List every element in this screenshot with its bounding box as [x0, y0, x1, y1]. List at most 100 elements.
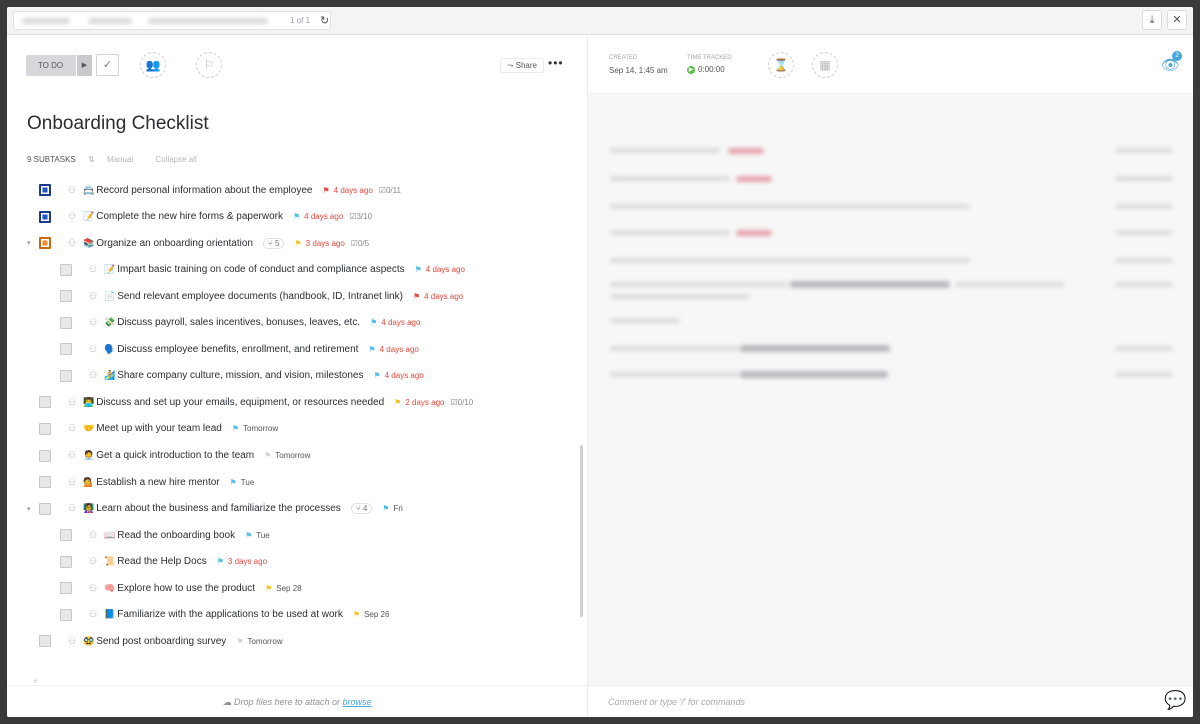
assignee-icon[interactable]: ⚇: [65, 503, 79, 514]
assignee-icon[interactable]: ⚇: [86, 583, 100, 594]
nested-subtask-count[interactable]: ⑂ 5: [263, 237, 285, 249]
status-checkbox[interactable]: [60, 529, 72, 542]
assignee-icon[interactable]: ⚇: [65, 477, 79, 488]
due-date[interactable]: 4 days ago: [424, 292, 463, 301]
subtask-name[interactable]: Complete the new hire forms & paperwork: [96, 211, 283, 222]
status-checkbox[interactable]: [39, 396, 51, 409]
subtask-name[interactable]: Familiarize with the applications to be …: [117, 609, 343, 620]
calendar-icon[interactable]: ▦: [812, 52, 838, 78]
attach-drop-zone[interactable]: ☁ Drop files here to attach or browse: [7, 685, 587, 717]
status-checkbox[interactable]: [39, 635, 51, 648]
priority-flag-icon[interactable]: ⚑: [394, 398, 401, 407]
subtask-row[interactable]: ⚇ 📄 Send relevant employee documents (hand…: [60, 285, 463, 307]
add-assignee-icon[interactable]: 👥: [140, 52, 166, 78]
priority-flag-icon[interactable]: ⚑: [293, 212, 300, 221]
due-date[interactable]: Sep 26: [364, 610, 389, 619]
status-checkbox[interactable]: [60, 290, 72, 303]
checklist-progress[interactable]: ☑0/11: [379, 186, 401, 195]
priority-flag-icon[interactable]: ⚑: [264, 451, 271, 460]
hourglass-icon[interactable]: ⌛: [768, 52, 794, 78]
subtask-name[interactable]: Record personal information about the em…: [96, 185, 312, 196]
scrollbar[interactable]: [580, 445, 583, 617]
assignee-icon[interactable]: ⚇: [65, 397, 79, 408]
priority-flag-icon[interactable]: ⚑: [265, 584, 272, 593]
subtask-row[interactable]: ▾ ⚇ 👩‍🏫 Learn about the business and famili…: [27, 498, 403, 520]
subtask-name[interactable]: Send relevant employee documents (handbo…: [117, 291, 403, 302]
subtask-row[interactable]: ⚇ 📜 Read the Help Docs ⚑ 3 days ago: [60, 551, 267, 573]
assignee-icon[interactable]: ⚇: [86, 370, 100, 381]
subtask-row[interactable]: ⚇ 📝 Impart basic training on code of condu…: [60, 259, 465, 281]
priority-flag-icon[interactable]: ⚑: [230, 478, 237, 487]
subtask-row[interactable]: ⚇ 👨‍💻 Discuss and set up your emails, equi…: [39, 391, 473, 413]
due-date[interactable]: Fri: [393, 504, 402, 513]
comment-bar[interactable]: Comment or type '/' for commands 💬: [588, 685, 1193, 717]
status-checkbox[interactable]: [39, 237, 51, 250]
assignee-icon[interactable]: ⚇: [86, 317, 100, 328]
priority-flag-icon[interactable]: ⚑: [413, 292, 420, 301]
subtask-row[interactable]: ⚇ 📇 Record personal information about the …: [39, 179, 401, 201]
subtask-row[interactable]: ⚇ 💁 Establish a new hire mentor ⚑ Tue: [39, 471, 254, 493]
subtask-row[interactable]: ⚇ 🤝 Meet up with your team lead ⚑ Tomorrow: [39, 418, 278, 440]
subtask-name[interactable]: Send post onboarding survey: [96, 636, 226, 647]
due-date[interactable]: Tue: [256, 531, 270, 540]
status-checkbox[interactable]: [60, 582, 72, 595]
status-checkbox[interactable]: [60, 343, 72, 356]
subtask-name[interactable]: Meet up with your team lead: [96, 423, 222, 434]
checklist-progress[interactable]: ☑0/10: [450, 398, 473, 407]
download-icon[interactable]: ⤓: [1142, 10, 1162, 30]
checklist-progress[interactable]: ☑0/5: [351, 239, 369, 248]
checklist-progress[interactable]: ☑3/10: [349, 212, 372, 221]
collapse-all-button[interactable]: Collapse all: [155, 155, 196, 164]
assignee-icon[interactable]: ⚇: [86, 291, 100, 302]
subtask-name[interactable]: Share company culture, mission, and visi…: [117, 370, 363, 381]
assignee-icon[interactable]: ⚇: [86, 264, 100, 275]
priority-flag-icon[interactable]: ⚐: [196, 52, 222, 78]
subtask-name[interactable]: Establish a new hire mentor: [96, 477, 219, 488]
status-checkbox[interactable]: [39, 449, 51, 462]
time-tracked-value[interactable]: ▶ 0:00:00: [687, 65, 725, 74]
assignee-icon[interactable]: ⚇: [65, 450, 79, 461]
priority-flag-icon[interactable]: ⚑: [382, 504, 389, 513]
subtask-name[interactable]: Explore how to use the product: [117, 583, 255, 594]
assignee-icon[interactable]: ⚇: [86, 556, 100, 567]
status-checkbox[interactable]: [39, 184, 51, 196]
sort-manual[interactable]: ⇅ Manual: [88, 155, 143, 164]
status-checkbox[interactable]: [60, 555, 72, 568]
subtask-row[interactable]: ⚇ 🏄 Share company culture, mission, and vi…: [60, 365, 424, 387]
due-date[interactable]: 4 days ago: [385, 371, 424, 380]
assignee-icon[interactable]: ⚇: [65, 185, 79, 196]
priority-flag-icon[interactable]: ⚑: [232, 424, 239, 433]
subtask-name[interactable]: Read the onboarding book: [117, 530, 235, 541]
subtask-row[interactable]: ⚇ 📖 Read the onboarding book ⚑ Tue: [60, 524, 270, 546]
due-date[interactable]: Sep 28: [276, 584, 301, 593]
subtask-name[interactable]: Discuss employee benefits, enrollment, a…: [117, 344, 358, 355]
page-title[interactable]: Onboarding Checklist: [27, 113, 209, 135]
subtask-row[interactable]: ⚇ 🥸 Send post onboarding survey ⚑ Tomorrow: [39, 630, 283, 652]
assignee-icon[interactable]: ⚇: [65, 636, 79, 647]
priority-flag-icon[interactable]: ⚑: [236, 637, 243, 646]
assignee-icon[interactable]: ⚇: [86, 609, 100, 620]
assignee-icon[interactable]: ⚇: [86, 530, 100, 541]
nested-subtask-count[interactable]: ⑂ 4: [350, 503, 373, 515]
due-date[interactable]: Tomorrow: [247, 637, 282, 646]
chevron-down-icon[interactable]: ▾: [27, 505, 31, 513]
caret-right-icon[interactable]: ▶: [76, 55, 92, 76]
status-checkbox[interactable]: [60, 263, 72, 276]
subtask-row[interactable]: ⚇ 📘 Familiarize with the applications to b…: [60, 604, 389, 626]
priority-flag-icon[interactable]: ⚑: [415, 265, 422, 274]
subtask-row[interactable]: ⚇ 💸 Discuss payroll, sales incentives, bon…: [60, 312, 420, 334]
due-date[interactable]: 3 days ago: [306, 239, 345, 248]
status-checkbox[interactable]: [39, 210, 51, 223]
status-button[interactable]: TO DO ▶: [26, 55, 92, 76]
subtask-row[interactable]: ⚇ 📝 Complete the new hire forms & paperwor…: [39, 206, 372, 228]
subtask-row[interactable]: ⚇ 🧠 Explore how to use the product ⚑ Sep 28: [60, 577, 302, 599]
priority-flag-icon[interactable]: ⚑: [294, 239, 301, 248]
share-button[interactable]: ⤳ Share: [500, 58, 544, 73]
comment-input[interactable]: Comment or type '/' for commands: [608, 697, 745, 707]
assignee-icon[interactable]: ⚇: [86, 344, 100, 355]
subtask-row[interactable]: ⚇ 🗣️ Discuss employee benefits, enrollment…: [60, 338, 419, 360]
subtask-name[interactable]: Read the Help Docs: [117, 556, 207, 567]
due-date[interactable]: 3 days ago: [228, 557, 267, 566]
play-icon[interactable]: ▶: [687, 65, 695, 74]
priority-flag-icon[interactable]: ⚑: [322, 186, 329, 195]
